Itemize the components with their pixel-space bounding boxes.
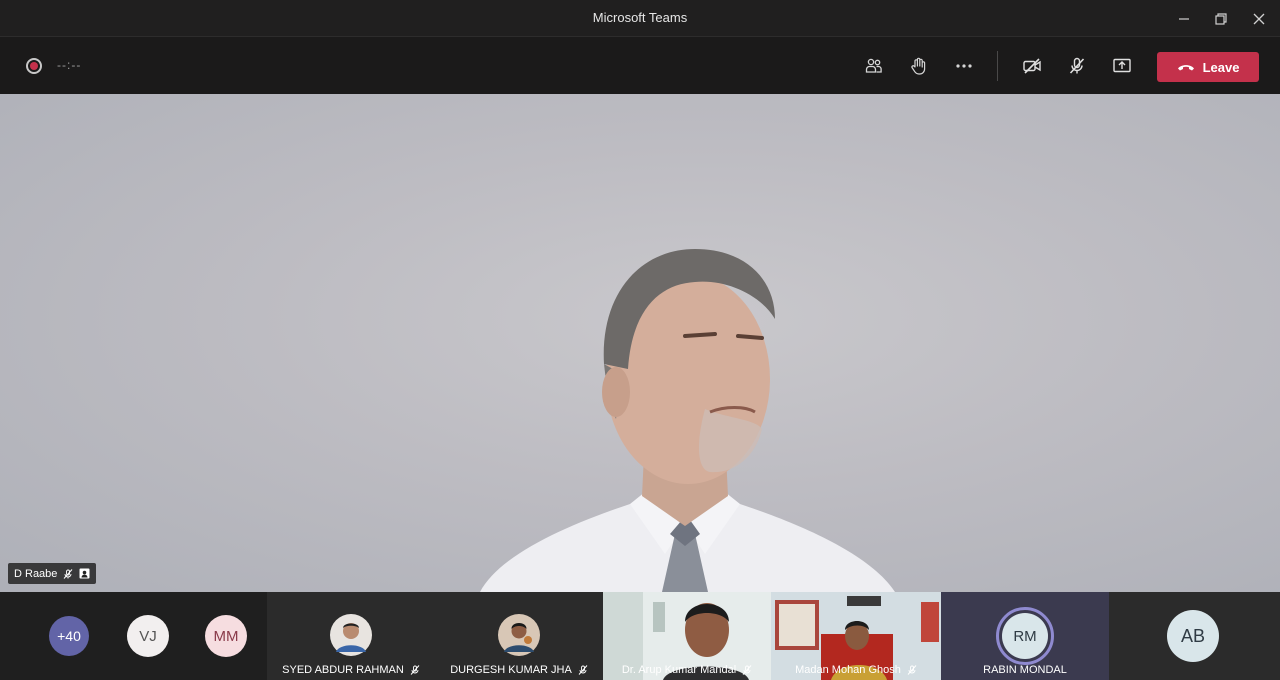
hang-up-icon (1177, 65, 1194, 71)
participant-tile[interactable]: DURGESH KUMAR JHA (435, 592, 603, 680)
avatar: AB (1167, 610, 1219, 662)
toolbar-divider (997, 51, 998, 81)
share-screen-icon[interactable] (1109, 53, 1135, 79)
close-icon[interactable] (1248, 8, 1270, 30)
overflow-participants-badge[interactable]: +40 (49, 616, 89, 656)
speaking-ring: RM (996, 607, 1054, 665)
speaker-name: D Raabe (14, 567, 58, 580)
participant-name: Dr. Arup Kumar Mandal (621, 664, 737, 676)
main-speaker-video: D Raabe (0, 94, 1280, 592)
mic-off-icon (410, 665, 420, 675)
leave-label: Leave (1202, 59, 1240, 75)
speaker-name-tag: D Raabe (8, 563, 97, 584)
participant-tile[interactable]: Dr. Arup Kumar Mandal (603, 592, 771, 680)
mic-off-icon (578, 665, 588, 675)
participant-strip: +40 VJ MM SYED ABDUR RAHMAN DURGESH KUMA… (0, 592, 1280, 680)
participant-name: SYED ABDUR RAHMAN (282, 664, 404, 676)
recording-icon (26, 58, 42, 74)
raise-hand-icon[interactable] (906, 53, 932, 79)
participant-tile[interactable]: RM RABIN MONDAL (941, 592, 1109, 680)
mic-off-icon (742, 665, 752, 675)
camera-off-icon[interactable] (1019, 53, 1045, 79)
participant-name: DURGESH KUMAR JHA (450, 664, 572, 676)
participant-tile[interactable]: SYED ABDUR RAHMAN (267, 592, 435, 680)
meeting-toolbar: --:-- Leave (0, 37, 1280, 94)
mic-off-icon[interactable] (1064, 53, 1090, 79)
participant-tile[interactable]: Madan Mohan Ghosh (771, 592, 941, 680)
participant-name: RABIN MONDAL (983, 664, 1067, 676)
avatar[interactable]: MM (205, 615, 247, 657)
title-bar: Microsoft Teams (0, 0, 1280, 37)
participants-icon[interactable] (861, 53, 887, 79)
more-icon[interactable] (951, 53, 977, 79)
avatar (330, 614, 372, 656)
minimize-icon[interactable] (1173, 8, 1195, 30)
avatar[interactable]: VJ (127, 615, 169, 657)
pin-icon[interactable] (79, 568, 90, 579)
window-title: Microsoft Teams (592, 10, 688, 25)
mic-off-icon (64, 568, 73, 579)
leave-button[interactable]: Leave (1157, 52, 1259, 82)
speaker-video-feed (480, 249, 895, 592)
avatar (498, 614, 540, 656)
participant-name: Madan Mohan Ghosh (795, 664, 901, 676)
meeting-timer: --:-- (57, 58, 82, 72)
participant-tile[interactable]: AB (1109, 592, 1280, 680)
restore-icon[interactable] (1210, 8, 1232, 30)
avatar: RM (1002, 613, 1048, 659)
mic-off-icon (907, 665, 917, 675)
